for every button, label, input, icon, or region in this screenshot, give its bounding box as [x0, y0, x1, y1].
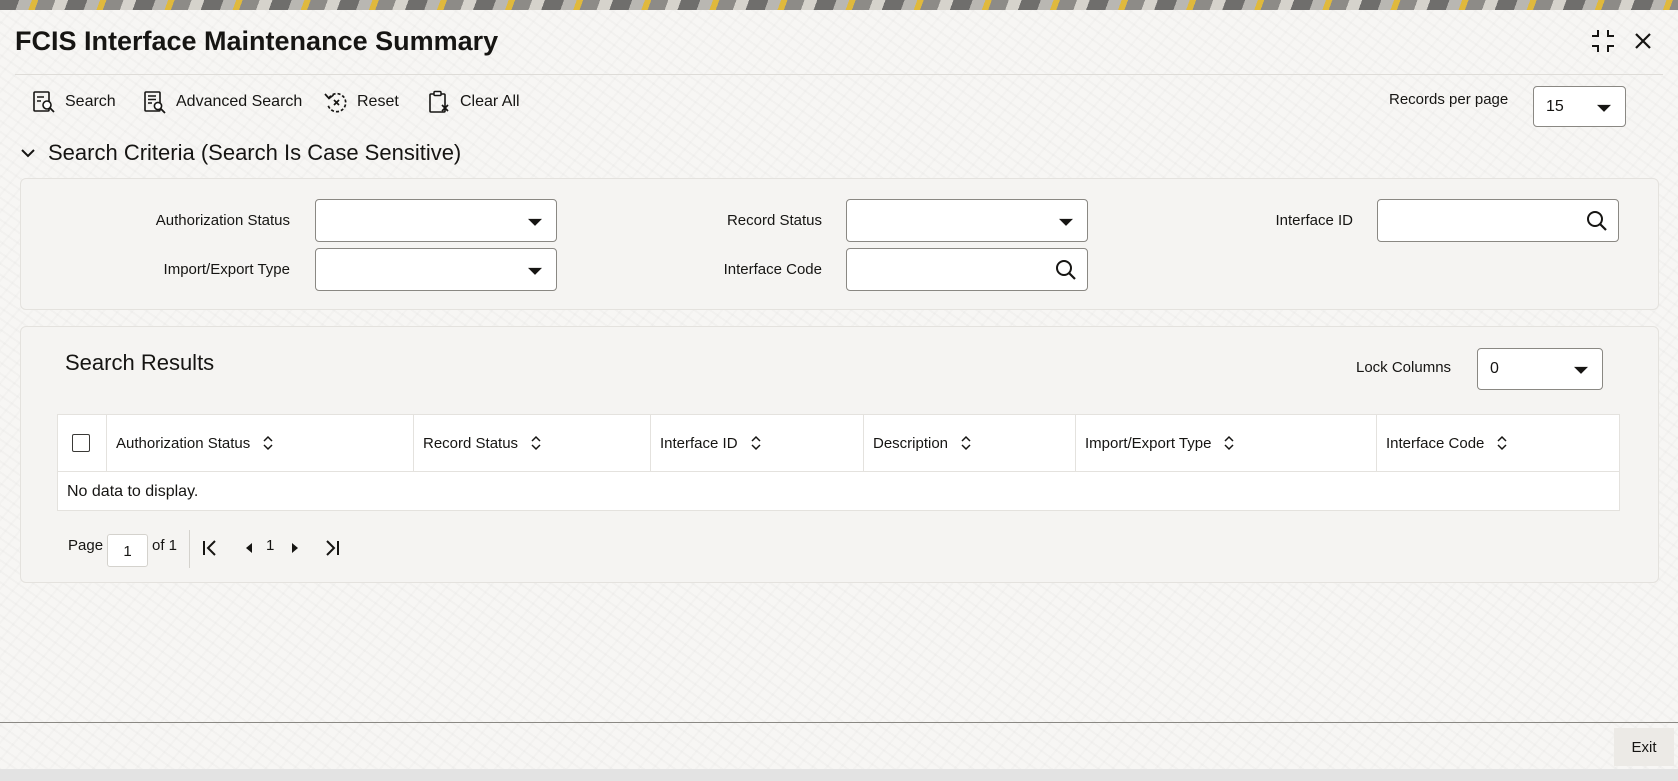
collapse-icon[interactable] — [1590, 28, 1616, 54]
chevron-down-icon — [528, 267, 542, 275]
search-criteria-header: Search Criteria (Search Is Case Sensitiv… — [48, 140, 462, 165]
interface-code-label: Interface Code — [723, 261, 822, 278]
next-page-icon[interactable] — [286, 538, 304, 558]
chevron-down-icon — [1597, 104, 1611, 112]
chevron-down-icon — [528, 218, 542, 226]
sort-icon[interactable] — [1496, 435, 1508, 451]
page-label: Page — [68, 537, 104, 554]
import-export-type-select[interactable] — [315, 248, 557, 291]
column-label: Authorization Status — [116, 434, 251, 452]
chevron-down-icon — [1059, 218, 1073, 226]
lock-columns-value: 0 — [1490, 360, 1499, 377]
search-button-label: Search — [65, 93, 116, 110]
record-status-label: Record Status — [726, 212, 822, 229]
first-page-icon[interactable] — [201, 538, 219, 558]
column-header-interface-code[interactable]: Interface Code — [1376, 415, 1619, 471]
lock-columns-label: Lock Columns — [1356, 359, 1452, 376]
column-label: Interface ID — [660, 434, 738, 452]
records-per-page-value: 15 — [1546, 97, 1564, 115]
clear-all-button-label: Clear All — [460, 93, 520, 110]
advanced-search-button-label: Advanced Search — [176, 93, 303, 110]
sort-icon[interactable] — [750, 435, 762, 451]
authorization-status-select[interactable] — [315, 199, 557, 242]
column-label: Import/Export Type — [1085, 434, 1212, 452]
clear-clipboard-icon — [429, 90, 449, 113]
advanced-search-button[interactable]: Advanced Search — [143, 88, 302, 116]
previous-page-icon[interactable] — [240, 538, 258, 558]
authorization-status-label: Authorization Status — [155, 212, 290, 229]
close-icon[interactable] — [1630, 28, 1656, 54]
reset-button[interactable]: Reset — [324, 88, 399, 116]
pagination-divider — [189, 530, 190, 568]
search-criteria-panel — [20, 178, 1659, 310]
search-icon[interactable] — [1055, 259, 1077, 281]
select-all-checkbox[interactable] — [72, 434, 90, 452]
lock-columns-select[interactable]: 0 — [1477, 348, 1603, 390]
page-title: FCIS Interface Maintenance Summary — [15, 26, 499, 56]
clear-all-button[interactable]: Clear All — [427, 88, 520, 116]
column-header-import-export-type[interactable]: Import/Export Type — [1075, 415, 1376, 471]
page-number-input[interactable]: 1 — [107, 534, 148, 567]
records-per-page-label: Records per page — [1389, 91, 1509, 108]
chevron-down-icon — [21, 149, 35, 158]
records-per-page-select[interactable]: 15 — [1533, 86, 1626, 127]
empty-table-message: No data to display. — [67, 483, 199, 500]
column-label: Interface Code — [1386, 434, 1485, 452]
sort-icon[interactable] — [1223, 435, 1235, 451]
column-header-authorization-status[interactable]: Authorization Status — [106, 415, 413, 471]
column-label: Record Status — [423, 434, 519, 452]
footer-divider — [0, 722, 1678, 723]
search-criteria-toggle[interactable]: Search Criteria (Search Is Case Sensitiv… — [20, 140, 461, 166]
last-page-icon[interactable] — [323, 538, 341, 558]
page-count-label: of 1 — [152, 537, 178, 554]
exit-button[interactable]: Exit — [1614, 728, 1674, 766]
column-header-description[interactable]: Description — [863, 415, 1075, 471]
search-button[interactable]: Search — [32, 88, 116, 116]
current-page-number[interactable]: 1 — [266, 537, 274, 554]
search-document-icon — [33, 91, 55, 113]
chevron-down-icon — [1574, 366, 1588, 374]
status-strip — [0, 769, 1678, 781]
results-table: Authorization Status Record Status Inter… — [57, 414, 1620, 511]
reset-icon — [324, 92, 347, 113]
column-header-record-status[interactable]: Record Status — [413, 415, 650, 471]
column-header-interface-id[interactable]: Interface ID — [650, 415, 863, 471]
sort-icon[interactable] — [262, 435, 274, 451]
search-icon[interactable] — [1586, 210, 1608, 232]
search-results-title: Search Results — [65, 350, 215, 375]
import-export-type-label: Import/Export Type — [163, 261, 290, 278]
title-divider — [15, 74, 1663, 75]
reset-button-label: Reset — [357, 93, 399, 110]
sort-icon[interactable] — [960, 435, 972, 451]
advanced-search-icon — [144, 91, 166, 114]
sort-icon[interactable] — [530, 435, 542, 451]
table-header: Authorization Status Record Status Inter… — [58, 415, 1619, 472]
interface-id-field[interactable] — [1377, 199, 1619, 242]
column-label: Description — [873, 434, 949, 452]
interface-code-field[interactable] — [846, 248, 1088, 291]
interface-id-label: Interface ID — [1275, 212, 1353, 229]
record-status-select[interactable] — [846, 199, 1088, 242]
decorative-header-band — [0, 0, 1678, 10]
